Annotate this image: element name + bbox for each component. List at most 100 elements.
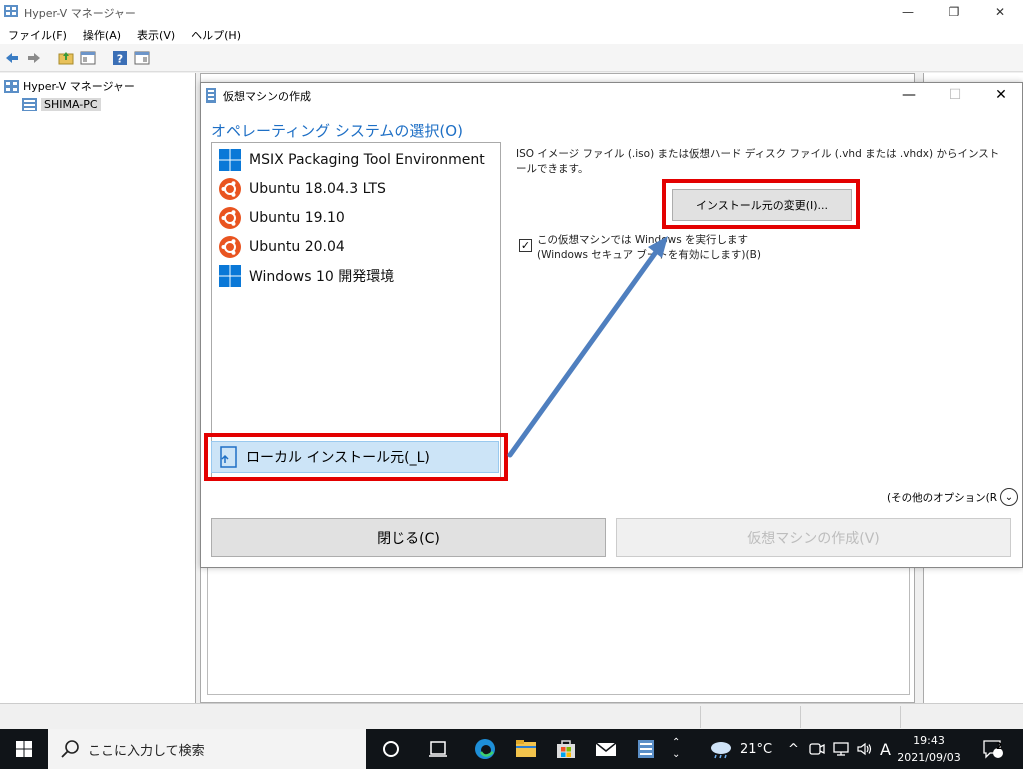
close-icon: ✕ (995, 87, 1007, 103)
folder-up-icon[interactable] (58, 50, 74, 66)
weather-widget[interactable]: 21°C (708, 729, 772, 769)
more-options-label: (その他のオプション(R (887, 491, 997, 504)
ime-indicator[interactable]: A (880, 740, 891, 759)
dialog-minimize-button[interactable]: — (886, 83, 932, 107)
chevron-down-icon: ⌄ (1000, 488, 1018, 506)
search-placeholder: ここに入力して検索 (88, 743, 205, 759)
list-item[interactable]: Ubuntu 18.04.3 LTS (218, 176, 386, 202)
windows-checkbox-label: この仮想マシンでは Windows を実行します (Windows セキュア ブ… (537, 233, 761, 263)
os-item-label: Ubuntu 18.04.3 LTS (249, 181, 386, 197)
os-item-label: Windows 10 開発環境 (249, 269, 395, 285)
clock[interactable]: 19:43 2021/09/03 (896, 732, 962, 766)
meet-now-icon[interactable] (808, 741, 826, 757)
weather-temperature: 21°C (740, 741, 773, 757)
tree-item-host[interactable]: SHIMA-PC (22, 95, 101, 113)
list-item[interactable]: Windows 10 開発環境 (218, 263, 394, 289)
tray-overflow-button[interactable]: ^ (788, 729, 799, 769)
status-cell (700, 706, 800, 728)
hyperv-taskbar-icon[interactable] (634, 737, 658, 761)
chevron-up-icon: ^ (788, 741, 799, 757)
notification-center-button[interactable]: 2 (978, 729, 1008, 769)
mail-icon[interactable] (594, 737, 618, 761)
maximize-icon: ☐ (948, 87, 962, 103)
highlight-box (662, 179, 860, 229)
dialog-app-icon (206, 88, 216, 103)
menu-bar: ファイル(F) 操作(A) 表示(V) ヘルプ(H) (0, 24, 1023, 44)
close-window-button[interactable]: ✕ (977, 0, 1023, 24)
minimize-button[interactable]: — (885, 0, 931, 24)
os-item-label: Ubuntu 19.10 (249, 210, 345, 226)
network-icon[interactable] (832, 741, 850, 757)
navigation-tree: Hyper-V マネージャー SHIMA-PC (0, 73, 196, 703)
more-options-toggle[interactable]: (その他のオプション(R ⌄ (887, 488, 1018, 506)
action-pane-icon[interactable] (134, 50, 150, 66)
checkbox-label-line2: (Windows セキュア ブートを有効にします)(B) (537, 249, 761, 261)
tree-host-label: SHIMA-PC (41, 97, 101, 111)
chevron-down-icon: ⌄ (672, 749, 681, 760)
close-button[interactable]: 閉じる(C) (211, 518, 606, 557)
chevron-up-icon: ⌃ (672, 737, 681, 748)
start-button[interactable] (0, 729, 48, 769)
search-icon (61, 740, 79, 758)
menu-help[interactable]: ヘルプ(H) (183, 24, 249, 44)
windows-start-icon (16, 741, 32, 757)
status-cell (900, 706, 1023, 728)
os-item-label: MSIX Packaging Tool Environment (249, 152, 485, 168)
cortana-icon[interactable] (379, 737, 403, 761)
tree-root-label: Hyper-V マネージャー (23, 80, 135, 93)
window-title: Hyper-V マネージャー (24, 7, 136, 20)
create-vm-dialog: 仮想マシンの作成 — ☐ ✕ オペレーティング システムの選択(O) MSIX … (200, 82, 1023, 568)
os-selection-heading: オペレーティング システムの選択(O) (211, 122, 463, 140)
details-panel (207, 567, 910, 695)
store-icon[interactable] (554, 737, 578, 761)
file-explorer-icon[interactable] (514, 737, 538, 761)
back-icon[interactable] (4, 50, 20, 66)
status-bar (0, 703, 1023, 729)
toolbar: ? (0, 44, 1023, 72)
close-icon: ✕ (994, 5, 1006, 19)
minimize-icon: — (902, 5, 914, 19)
windows-checkbox[interactable]: ✓ (519, 239, 532, 252)
show-hide-console-icon[interactable] (80, 50, 96, 66)
menu-action[interactable]: 操作(A) (75, 24, 129, 44)
edge-icon[interactable] (473, 737, 497, 761)
highlight-box (204, 433, 508, 481)
iso-description: ISO イメージ ファイル (.iso) または仮想ハード ディスク ファイル … (516, 148, 1000, 175)
dialog-close-button[interactable]: ✕ (978, 83, 1023, 107)
menu-view[interactable]: 表示(V) (129, 24, 183, 44)
svg-text:?: ? (117, 53, 123, 66)
tray-icons: A (808, 729, 891, 769)
windows-icon (219, 265, 241, 287)
os-item-label: Ubuntu 20.04 (249, 239, 345, 255)
hyperv-app-icon (4, 5, 18, 17)
list-item[interactable]: Ubuntu 20.04 (218, 234, 345, 260)
restore-button[interactable]: ❐ (931, 0, 977, 24)
hyperv-manager-icon (4, 79, 19, 93)
checkbox-label-line1: この仮想マシンでは Windows を実行します (537, 234, 749, 246)
os-list[interactable]: MSIX Packaging Tool Environment Ubuntu 1… (211, 142, 501, 479)
ubuntu-icon (219, 178, 241, 200)
list-item[interactable]: MSIX Packaging Tool Environment (218, 147, 485, 173)
server-icon (22, 97, 37, 111)
notification-count: 2 (996, 742, 1003, 752)
restore-icon: ❐ (948, 5, 960, 19)
list-item[interactable]: Ubuntu 19.10 (218, 205, 345, 231)
windows-icon (219, 149, 241, 171)
taskbar-scroll[interactable]: ⌃ ⌄ (672, 729, 680, 769)
ubuntu-icon (219, 236, 241, 258)
volume-icon[interactable] (856, 741, 874, 757)
task-view-icon[interactable] (426, 737, 450, 761)
forward-icon[interactable] (26, 50, 42, 66)
clock-date: 2021/09/03 (897, 751, 961, 764)
taskbar: ここに入力して検索 ⌃ ⌄ 21°C ^ A 19:43 2021/09/03 2 (0, 729, 1023, 769)
clock-time: 19:43 (913, 734, 945, 747)
help-icon[interactable]: ? (112, 50, 128, 66)
status-cell (800, 706, 900, 728)
title-bar: Hyper-V マネージャー — ❐ ✕ (0, 0, 1023, 24)
tree-item-root[interactable]: Hyper-V マネージャー (4, 77, 135, 95)
taskbar-search[interactable]: ここに入力して検索 (48, 729, 366, 769)
create-vm-button: 仮想マシンの作成(V) (616, 518, 1011, 557)
minimize-icon: — (902, 87, 916, 103)
menu-file[interactable]: ファイル(F) (0, 24, 75, 44)
dialog-title: 仮想マシンの作成 (223, 90, 311, 103)
